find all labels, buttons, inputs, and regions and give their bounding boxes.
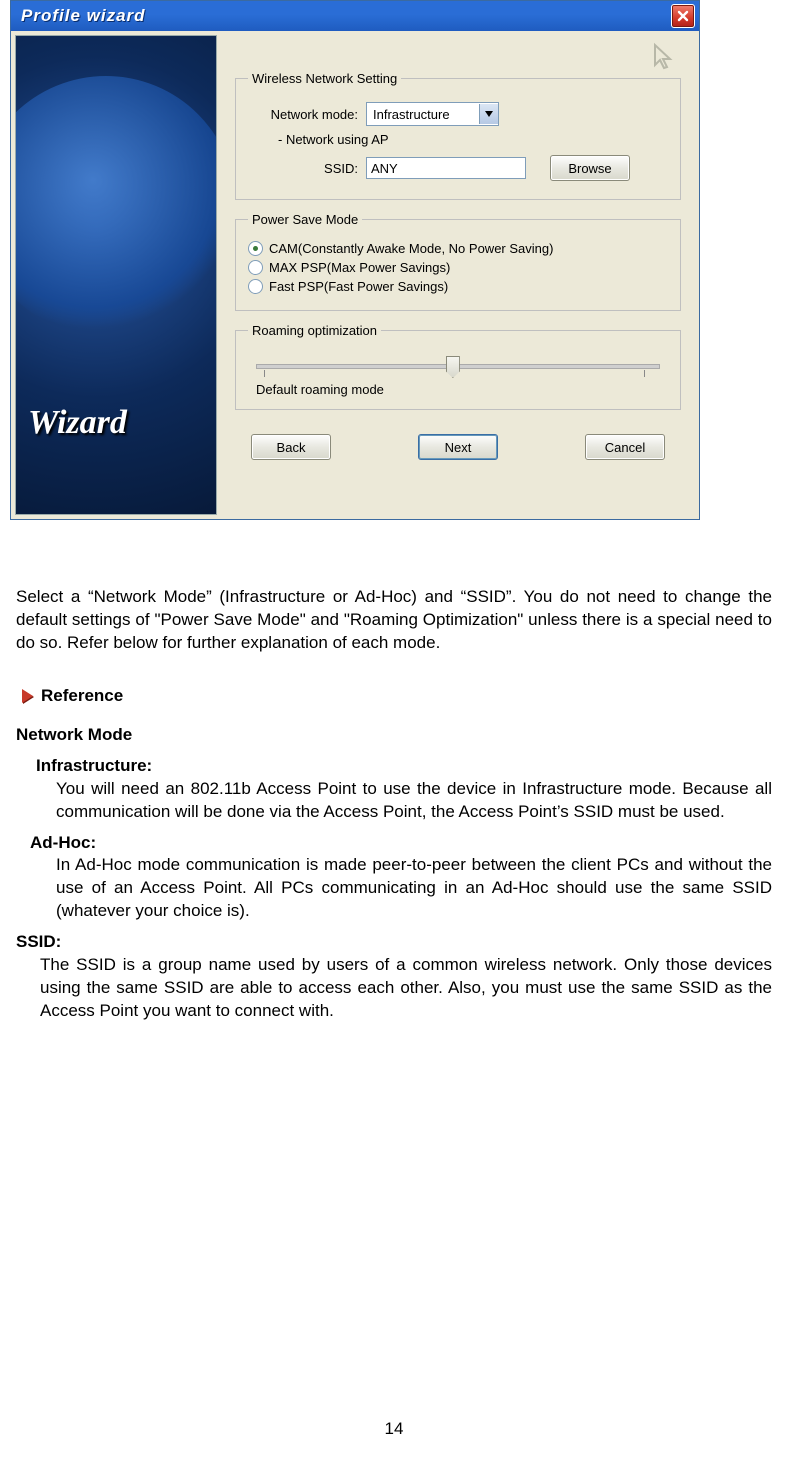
wizard-main-panel: Wireless Network Setting Network mode: I… bbox=[221, 35, 695, 515]
power-option-label: MAX PSP(Max Power Savings) bbox=[269, 260, 450, 275]
ssid-term: SSID: bbox=[16, 932, 61, 951]
network-mode-label: Network mode: bbox=[248, 107, 366, 122]
power-option-label: Fast PSP(Fast Power Savings) bbox=[269, 279, 448, 294]
infrastructure-definition: Infrastructure: You will need an 802.11b… bbox=[16, 755, 772, 824]
dropdown-button[interactable] bbox=[479, 104, 498, 124]
ssid-label: SSID: bbox=[248, 161, 366, 176]
power-option-maxpsp[interactable]: MAX PSP(Max Power Savings) bbox=[248, 260, 668, 275]
radio-icon bbox=[248, 241, 263, 256]
window-body: Wizard Wireless Network Setting Network … bbox=[11, 31, 699, 519]
globe-graphic bbox=[15, 76, 217, 336]
radio-icon bbox=[248, 279, 263, 294]
close-icon bbox=[677, 10, 689, 22]
power-save-legend: Power Save Mode bbox=[248, 212, 362, 227]
back-button[interactable]: Back bbox=[251, 434, 331, 460]
article-body: Select a “Network Mode” (Infrastructure … bbox=[16, 586, 772, 1031]
titlebar: Profile wizard bbox=[11, 1, 699, 31]
profile-wizard-window: Profile wizard Wizard Wireless Netw bbox=[10, 0, 700, 520]
ssid-definition: SSID: The SSID is a group name used by u… bbox=[16, 931, 772, 1023]
reference-heading: Reference bbox=[41, 685, 123, 708]
page-number: 14 bbox=[0, 1419, 788, 1439]
document-page: Profile wizard Wizard Wireless Netw bbox=[0, 0, 788, 1465]
wizard-side-panel: Wizard bbox=[15, 35, 217, 515]
power-option-label: CAM(Constantly Awake Mode, No Power Savi… bbox=[269, 241, 553, 256]
ssid-input[interactable] bbox=[366, 157, 526, 179]
cancel-button[interactable]: Cancel bbox=[585, 434, 665, 460]
slider-thumb[interactable] bbox=[446, 356, 460, 378]
window-title: Profile wizard bbox=[21, 6, 146, 26]
arrow-icon bbox=[22, 689, 33, 703]
wizard-nav-buttons: Back Next Cancel bbox=[235, 422, 681, 470]
adhoc-definition: Ad-Hoc: In Ad-Hoc mode communication is … bbox=[16, 832, 772, 924]
intro-paragraph: Select a “Network Mode” (Infrastructure … bbox=[16, 586, 772, 655]
next-button[interactable]: Next bbox=[418, 434, 498, 460]
roaming-legend: Roaming optimization bbox=[248, 323, 381, 338]
ssid-body: The SSID is a group name used by users o… bbox=[40, 954, 772, 1023]
reference-heading-row: Reference bbox=[22, 685, 772, 708]
adhoc-body: In Ad-Hoc mode communication is made pee… bbox=[56, 854, 772, 923]
power-save-group: Power Save Mode CAM(Constantly Awake Mod… bbox=[235, 212, 681, 311]
network-mode-heading: Network Mode bbox=[16, 724, 772, 747]
browse-button[interactable]: Browse bbox=[550, 155, 630, 181]
wizard-brand-text: Wizard bbox=[28, 404, 127, 442]
wireless-legend: Wireless Network Setting bbox=[248, 71, 401, 86]
adhoc-term: Ad-Hoc: bbox=[30, 833, 96, 852]
network-mode-dropdown[interactable]: Infrastructure bbox=[366, 102, 499, 126]
network-mode-value: Infrastructure bbox=[367, 107, 479, 122]
wireless-network-group: Wireless Network Setting Network mode: I… bbox=[235, 71, 681, 200]
close-button[interactable] bbox=[671, 4, 695, 28]
radio-icon bbox=[248, 260, 263, 275]
infra-body: You will need an 802.11b Access Point to… bbox=[56, 778, 772, 824]
power-option-fastpsp[interactable]: Fast PSP(Fast Power Savings) bbox=[248, 279, 668, 294]
roaming-slider[interactable] bbox=[256, 354, 660, 378]
network-using-ap-note: - Network using AP bbox=[278, 132, 668, 147]
cursor-icon bbox=[647, 41, 681, 78]
power-option-cam[interactable]: CAM(Constantly Awake Mode, No Power Savi… bbox=[248, 241, 668, 256]
infra-term: Infrastructure: bbox=[36, 756, 152, 775]
roaming-mode-label: Default roaming mode bbox=[256, 382, 668, 397]
chevron-down-icon bbox=[485, 111, 493, 117]
roaming-group: Roaming optimization Default roaming mod… bbox=[235, 323, 681, 410]
